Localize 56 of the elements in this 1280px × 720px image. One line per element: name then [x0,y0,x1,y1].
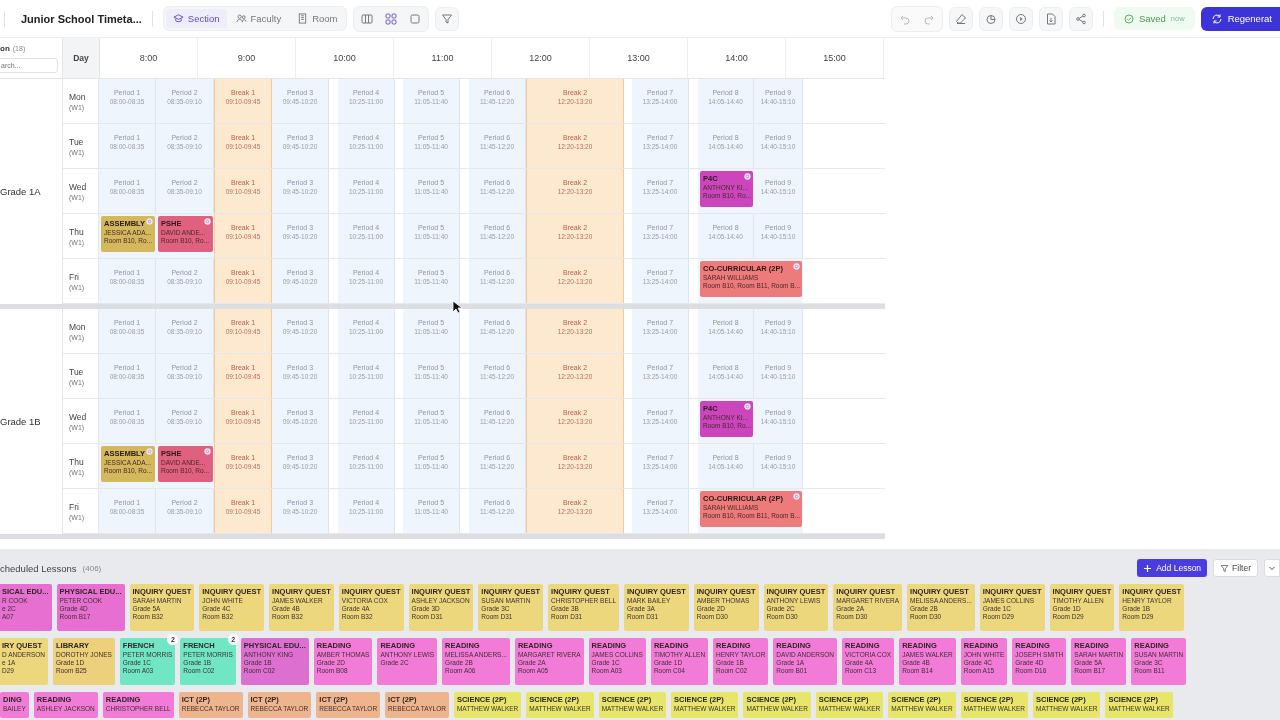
circle-icon[interactable] [146,218,153,225]
day-label: Mon [69,91,87,102]
panel-title: cheduled Lessons [0,562,77,574]
door-icon [297,13,309,24]
circle-icon[interactable] [793,263,800,270]
cap-icon [172,13,184,24]
file-download-icon[interactable] [1038,6,1063,31]
grade-label: Grade 1B [0,416,41,427]
lesson-count: (406) [82,563,102,573]
add-lesson-button[interactable]: Add Lesson [1137,559,1208,577]
day-label: Mon [69,321,87,332]
view-tab[interactable]: Room [290,9,345,28]
hour-header: 14:00 [688,38,786,78]
refresh-icon [1210,12,1223,25]
hour-header: 8:00 [100,38,198,78]
hour-header: 15:00 [786,38,884,78]
grade-label: Grade 1A [0,186,41,197]
chart-icon[interactable] [978,6,1003,31]
day-label: Tue [69,136,85,147]
save-label: Saved [1138,13,1166,24]
people-icon [235,13,247,24]
filter-button[interactable]: Filter [1213,559,1258,577]
hour-header: 9:00 [198,38,296,78]
circle-icon[interactable] [204,218,211,225]
circle-icon[interactable] [146,448,153,455]
chevron-icon [1268,564,1276,572]
day-label: Fri [69,501,80,512]
document-title: Junior School Timeta... [21,12,142,25]
day-label: Thu [69,456,85,467]
hour-header: 10:00 [296,38,394,78]
column-header: Day [63,38,100,78]
circle-icon[interactable] [744,173,751,180]
filter-icon [1220,563,1230,573]
hour-header: 11:00 [394,38,492,78]
panel-title: on [0,43,10,53]
plus-icon [1143,563,1153,573]
hour-header: 13:00 [590,38,688,78]
view-tab[interactable]: Faculty [228,9,289,28]
cursor-icon [452,300,462,314]
view-tab[interactable]: Section [165,9,227,28]
hour-header: 12:00 [492,38,590,78]
filter-icon[interactable] [435,6,460,31]
check-icon [1123,13,1134,24]
day-label: Thu [69,226,85,237]
circle-icon[interactable] [204,448,211,455]
day-label: Tue [69,366,85,377]
share-icon[interactable] [1068,6,1093,31]
regenerate-button[interactable]: Regenerat [1200,6,1280,31]
eraser-icon[interactable] [948,6,973,31]
circle-icon[interactable] [744,403,751,410]
dropdown-button[interactable] [1264,559,1280,577]
day-label: Wed [69,411,88,422]
play-icon[interactable] [1008,6,1033,31]
day-label: Fri [69,271,80,282]
day-label: Wed [69,181,88,192]
circle-icon[interactable] [793,493,800,500]
